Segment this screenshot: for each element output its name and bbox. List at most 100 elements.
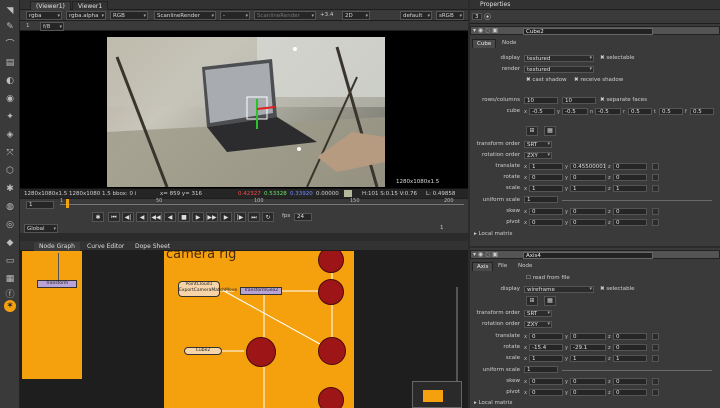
nuke-logo-icon[interactable]: ✶ <box>4 300 16 312</box>
receive-shadow-checkbox[interactable]: ✖ receive shadow <box>574 77 623 83</box>
axis-skew-z-field[interactable]: 0 <box>613 378 647 385</box>
panel-collapse-icon[interactable]: ▾ ◉ ◌ ▣ <box>473 27 498 34</box>
skew-y-field[interactable]: 0 <box>570 208 606 215</box>
last-frame-button[interactable]: ⏭ <box>248 212 260 222</box>
skew-animation-icon[interactable] <box>652 208 659 215</box>
axis-pivot-z-field[interactable]: 0 <box>613 389 647 396</box>
lock-icon[interactable]: ⦿ <box>484 12 491 22</box>
axis-translate-z-field[interactable]: 0 <box>613 333 647 340</box>
zoom-select[interactable]: f/8 <box>40 22 64 31</box>
metadata-icon[interactable]: ◆ <box>3 236 17 250</box>
axis-name-field[interactable]: Axis4 <box>523 252 653 259</box>
axis-skew-y-field[interactable]: 0 <box>570 378 606 385</box>
display-select[interactable]: textured <box>524 55 594 62</box>
playhead[interactable] <box>66 199 69 208</box>
tab-node[interactable]: Node <box>514 262 536 271</box>
axis-scale-animation-icon[interactable] <box>652 355 659 362</box>
play-button[interactable]: ▶ <box>192 212 204 222</box>
axis-scale-x-field[interactable]: 1 <box>529 355 563 362</box>
axis-node-bottom[interactable] <box>318 337 346 365</box>
axis-local-matrix-toggle[interactable]: ▸ Local matrix <box>474 400 512 406</box>
timeline-ruler[interactable] <box>60 204 464 205</box>
axis-selectable-checkbox[interactable]: ✖ selectable <box>600 286 634 292</box>
skip-back-button[interactable]: ◀◀ <box>150 212 162 222</box>
cube-f-field[interactable]: 0.5 <box>690 108 714 115</box>
local-matrix-toggle[interactable]: ▸ Local matrix <box>474 231 512 237</box>
roi-select[interactable]: default <box>400 11 432 20</box>
global-range-select[interactable]: Global <box>24 224 58 233</box>
timeline-frame-field[interactable]: 1 <box>26 201 54 209</box>
read-from-file-checkbox[interactable]: ☐ read from file <box>526 275 570 281</box>
tab-cube[interactable]: Cube <box>472 39 497 48</box>
node-name-field[interactable]: Cube2 <box>523 28 653 35</box>
axis-skew-x-field[interactable]: 0 <box>529 378 563 385</box>
pivot-y-field[interactable]: 0 <box>570 219 606 226</box>
toolsets-icon[interactable]: ▭ <box>3 254 17 268</box>
uniform-scale-slider[interactable] <box>562 200 712 201</box>
filter-icon[interactable]: ◉ <box>3 92 17 106</box>
particles-icon[interactable]: ✱ <box>3 182 17 196</box>
transform-icon[interactable]: ⤧ <box>3 146 17 160</box>
nodegraph-minimap[interactable] <box>412 381 462 408</box>
pivot-animation-icon[interactable] <box>652 219 659 226</box>
transform-handle-icon[interactable]: ⊞ <box>526 126 538 136</box>
separate-faces-checkbox[interactable]: ✖ separate faces <box>600 97 647 103</box>
axis-pivot-y-field[interactable]: 0 <box>570 389 606 396</box>
cube-y-field[interactable]: -0.5 <box>562 108 588 115</box>
max-panels-field[interactable]: 3 <box>472 13 482 20</box>
translate-y-field[interactable]: 0.45500001 <box>570 163 606 170</box>
step-back-button[interactable]: ✱ <box>92 212 104 222</box>
prev-keyframe-button[interactable]: ◀| <box>122 212 134 222</box>
rotate-animation-icon[interactable] <box>652 174 659 181</box>
tab-dope-sheet[interactable]: Dope Sheet <box>130 242 175 251</box>
node-cube[interactable]: Cube2 <box>184 347 222 355</box>
camera-node[interactable] <box>246 337 276 367</box>
tab-node-graph[interactable]: Node Graph <box>34 242 80 251</box>
loop-button[interactable]: ↻ <box>262 212 274 222</box>
axis-rotate-animation-icon[interactable] <box>652 344 659 351</box>
rotation-order-select[interactable]: ZXY <box>524 152 552 159</box>
axis-transform-order-select[interactable]: SRT <box>524 310 552 317</box>
axis-scale-z-field[interactable]: 1 <box>613 355 647 362</box>
keyer-icon[interactable]: ✦ <box>3 110 17 124</box>
axis-rotation-order-select[interactable]: ZXY <box>524 321 552 328</box>
axis-rotate-z-field[interactable]: 0 <box>613 344 647 351</box>
rotate-z-field[interactable]: 0 <box>613 174 647 181</box>
fps-field[interactable]: 24 <box>294 213 312 221</box>
axis-rotate-y-field[interactable]: -29.1 <box>570 344 606 351</box>
input-a-select[interactable]: ScanlineRender <box>154 11 216 20</box>
color-icon[interactable]: ◐ <box>3 74 17 88</box>
channel-select[interactable]: rgba.alpha <box>66 11 106 20</box>
columns-field[interactable]: 10 <box>562 97 596 104</box>
3d-icon[interactable]: ⬡ <box>3 164 17 178</box>
selectable-checkbox[interactable]: ✖ selectable <box>600 55 634 61</box>
rotate-x-field[interactable]: 0 <box>529 174 563 181</box>
cube-n-field[interactable]: -0.5 <box>595 108 621 115</box>
next-frame-button[interactable]: ▶ <box>220 212 232 222</box>
draw-icon[interactable]: ⌒ <box>3 38 17 52</box>
tab-node[interactable]: Node <box>498 39 520 48</box>
axis-node-mid[interactable] <box>318 279 344 305</box>
stop-button[interactable]: ■ <box>178 212 190 222</box>
scale-x-field[interactable]: 1 <box>529 185 563 192</box>
cast-shadow-checkbox[interactable]: ✖ cast shadow <box>526 77 567 83</box>
tab-axis[interactable]: Axis <box>472 262 494 271</box>
node-pointcloud[interactable]: PointCloud1 ExportCameraMatchMove <box>178 281 237 297</box>
prev-frame-button[interactable]: ◀ <box>136 212 148 222</box>
axis-uniform-scale-field[interactable]: 1 <box>524 366 558 373</box>
colorspace-select[interactable]: RGB <box>110 11 148 20</box>
axis-translate-y-field[interactable]: 0 <box>570 333 606 340</box>
panel-collapse-icon[interactable]: ▾ ◉ ◌ ▣ <box>473 251 498 258</box>
matrix-icon[interactable]: ▦ <box>544 126 556 136</box>
tab-viewer-locked[interactable]: (Viewer1) <box>30 1 71 10</box>
pivot-x-field[interactable]: 0 <box>529 219 563 226</box>
render-select[interactable]: textured <box>524 66 594 73</box>
scene-node[interactable] <box>318 387 344 408</box>
tab-viewer1[interactable]: Viewer1 <box>72 1 109 10</box>
axis-pivot-x-field[interactable]: 0 <box>529 389 563 396</box>
backdrop-left[interactable] <box>22 251 82 379</box>
skip-forward-button[interactable]: ▶▶ <box>206 212 218 222</box>
axis-transform-handle-icon[interactable]: ⊞ <box>526 296 538 306</box>
axis-matrix-icon[interactable]: ▦ <box>544 296 556 306</box>
other-icon[interactable]: ▦ <box>3 272 17 286</box>
